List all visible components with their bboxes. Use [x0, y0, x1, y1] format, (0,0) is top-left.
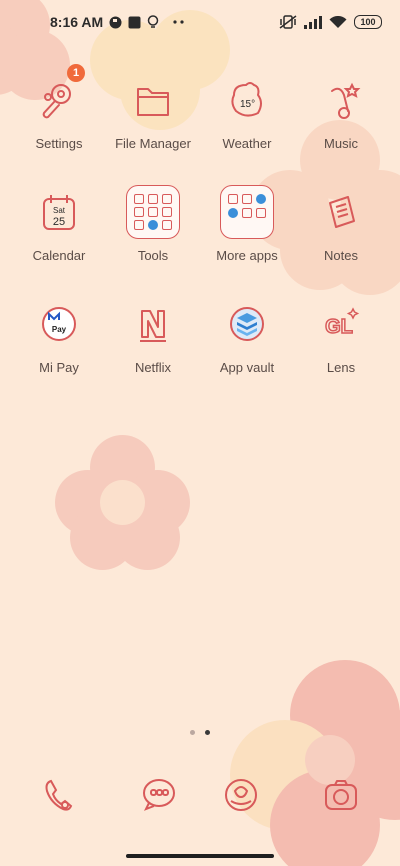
- wallpaper-flower: [230, 660, 400, 866]
- app-label: Mi Pay: [39, 360, 79, 375]
- status-right: 100: [279, 15, 382, 29]
- netflix-icon: [123, 294, 183, 354]
- folder-more-apps[interactable]: More apps: [197, 182, 297, 263]
- page-dot-active[interactable]: [205, 730, 210, 735]
- square-app-icon: [128, 16, 141, 29]
- app-settings[interactable]: 1 Settings: [9, 64, 109, 151]
- app-file-manager[interactable]: File Manager: [103, 70, 203, 151]
- app-app-vault[interactable]: App vault: [197, 294, 297, 375]
- folder-tools[interactable]: Tools: [103, 182, 203, 263]
- battery-icon: 100: [354, 15, 382, 29]
- app-label: Music: [324, 136, 358, 151]
- app-label: Lens: [326, 360, 356, 375]
- messages-icon: [134, 770, 184, 820]
- calendar-day: Sat: [53, 206, 66, 215]
- app-mi-pay[interactable]: Pay Mi Pay: [9, 294, 109, 375]
- app-label: Tools: [137, 248, 169, 263]
- notification-badge: 1: [67, 64, 85, 82]
- app-label: Notes: [324, 248, 358, 263]
- calendar-date: 25: [53, 216, 65, 228]
- more-dots-icon: [173, 20, 185, 24]
- dock: [0, 770, 400, 830]
- app-label: More apps: [216, 248, 278, 263]
- app-vault-icon: [217, 294, 277, 354]
- weather-icon: 15°: [217, 70, 277, 130]
- phone-icon: [34, 770, 84, 820]
- vibrate-icon: [279, 15, 297, 29]
- more-apps-folder-icon: [217, 182, 277, 242]
- lens-text: GL: [325, 316, 353, 338]
- page-indicator: [0, 730, 400, 735]
- page-dot[interactable]: [190, 730, 195, 735]
- mi-pay-text: Pay: [52, 325, 67, 334]
- camera-icon: [316, 770, 366, 820]
- folder-icon: [123, 70, 183, 130]
- dock-phone[interactable]: [9, 770, 109, 820]
- dock-browser[interactable]: [191, 770, 291, 820]
- circle-app-icon: [109, 16, 122, 29]
- lens-icon: GL: [311, 294, 371, 354]
- settings-icon: 1: [29, 64, 89, 130]
- app-label: Calendar: [32, 248, 86, 263]
- browser-icon: [216, 770, 266, 820]
- app-label: Weather: [222, 136, 272, 151]
- music-icon: [311, 70, 371, 130]
- app-label: App vault: [219, 360, 275, 375]
- calendar-icon: Sat 25: [29, 182, 89, 242]
- bulb-icon: [147, 15, 159, 29]
- status-left: 8:16 AM: [50, 14, 185, 30]
- app-lens[interactable]: GL Lens: [291, 294, 391, 375]
- dock-camera[interactable]: [291, 770, 391, 820]
- app-label: Settings: [35, 136, 83, 151]
- signal-icon: [304, 15, 322, 29]
- wifi-icon: [329, 15, 347, 29]
- home-gesture-bar[interactable]: [126, 854, 274, 858]
- notes-icon: [311, 182, 371, 242]
- app-notes[interactable]: Notes: [291, 182, 391, 263]
- app-weather[interactable]: 15° Weather: [197, 70, 297, 151]
- wallpaper-flower: [55, 435, 190, 570]
- app-music[interactable]: Music: [291, 70, 391, 151]
- status-time: 8:16 AM: [50, 14, 104, 30]
- weather-temp: 15°: [240, 99, 255, 110]
- app-label: File Manager: [115, 136, 191, 151]
- status-bar: 8:16 AM 100: [0, 0, 400, 44]
- app-netflix[interactable]: Netflix: [103, 294, 203, 375]
- app-label: Netflix: [134, 360, 172, 375]
- mi-pay-icon: Pay: [29, 294, 89, 354]
- tools-folder-icon: [123, 182, 183, 242]
- app-calendar[interactable]: Sat 25 Calendar: [9, 182, 109, 263]
